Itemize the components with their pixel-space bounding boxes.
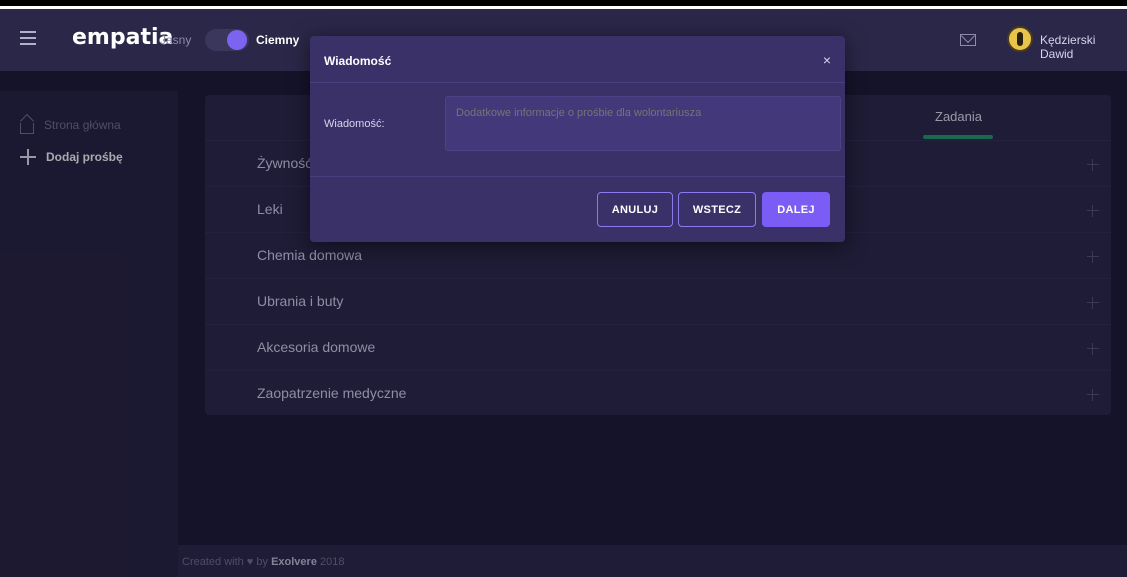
user-avatar[interactable] — [1007, 26, 1033, 52]
hamburger-menu-icon[interactable] — [20, 31, 36, 45]
toggle-knob — [227, 30, 247, 50]
divider — [310, 82, 845, 83]
mail-icon[interactable] — [960, 34, 976, 46]
divider — [310, 176, 845, 177]
close-icon[interactable]: × — [823, 52, 831, 68]
message-field-label: Wiadomość: — [324, 118, 385, 130]
theme-light-label: Jasny — [160, 33, 192, 47]
message-modal: Wiadomość × Wiadomość: ANULUJ WSTECZ DAL… — [310, 36, 845, 242]
brand-logo[interactable]: empatia — [72, 25, 173, 50]
theme-toggle[interactable] — [205, 29, 249, 51]
user-name[interactable]: Kędzierski Dawid — [1040, 33, 1127, 61]
cancel-button[interactable]: ANULUJ — [597, 192, 673, 227]
theme-dark-label: Ciemny — [256, 33, 300, 47]
message-textarea[interactable] — [445, 96, 841, 151]
back-button[interactable]: WSTECZ — [678, 192, 756, 227]
modal-title: Wiadomość — [324, 54, 392, 68]
next-button[interactable]: DALEJ — [762, 192, 830, 227]
